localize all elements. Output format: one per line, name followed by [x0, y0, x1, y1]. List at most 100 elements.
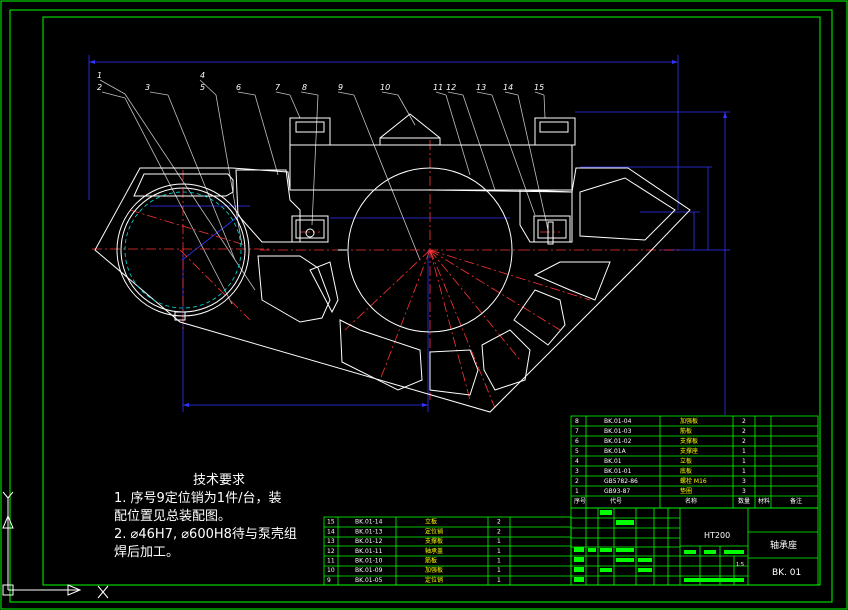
parts-left-cell: 立板	[425, 518, 437, 526]
parts-right-header: 数量	[738, 497, 750, 505]
parts-right-cell: BK.01-04	[604, 418, 632, 425]
parts-left-cell: BK.01-10	[355, 558, 383, 565]
parts-right-cell: 6	[575, 438, 579, 445]
parts-right-cell: 1	[575, 488, 579, 495]
scale-label: 1:5	[736, 562, 744, 568]
tech-notes-title: 技术要求	[192, 473, 245, 488]
material-label: HT200	[704, 531, 730, 540]
parts-right-cell: BK.01A	[604, 448, 627, 455]
parts-right-cell: 立板	[680, 457, 692, 465]
parts-right-cell: BK.01-02	[604, 438, 632, 445]
parts-right-cell: 筋板	[680, 427, 692, 435]
parts-left-cell: 10	[327, 567, 335, 574]
parts-left-cell: 支撑板	[425, 537, 443, 545]
parts-left-cell: 定位销	[425, 527, 443, 535]
tech-note-line-3: 2. ⌀46H7, ⌀600H8待与泵壳组	[114, 527, 297, 542]
parts-right-cell: 7	[575, 428, 579, 435]
parts-right-cell: 3	[742, 478, 746, 485]
parts-left-cell: 9	[327, 577, 331, 584]
parts-left-cell: 1	[497, 558, 501, 565]
parts-left-cell: 筋板	[425, 557, 437, 565]
parts-left-cell: 2	[497, 528, 501, 535]
part-outline	[94, 113, 691, 413]
tech-note-line-2: 配位置见总装配图。	[114, 509, 232, 524]
technical-requirements: 技术要求 1. 序号9定位销为1件/台，装 配位置见总装配图。 2. ⌀46H7…	[114, 472, 314, 562]
parts-left-cell: BK.01-13	[355, 528, 383, 535]
parts-right-header: 代号	[610, 497, 622, 505]
parts-right-cell: 支撑座	[680, 447, 698, 455]
balloon-1: 1	[97, 71, 102, 80]
title-block: HT200 轴承座 BK. 01 1:5	[570, 507, 819, 586]
balloon-7: 7	[275, 83, 281, 92]
balloon-4: 4	[200, 71, 205, 80]
parts-list-right: 8 BK.01-04 加强板 2 7 BK.01-03 筋板 2 6 BK.01-02 支撑板 2 5 B…	[570, 415, 819, 509]
parts-right-header: 名称	[685, 497, 697, 505]
parts-right-cell: 2	[742, 418, 746, 425]
parts-left-cell: BK.01-11	[355, 548, 383, 555]
parts-left-cell: 11	[327, 558, 335, 565]
parts-left-cell: BK.01-12	[355, 538, 383, 545]
parts-right-cell: 支撑板	[680, 437, 698, 445]
parts-right-header: 序号	[574, 497, 586, 505]
parts-left-cell: BK.01-09	[355, 567, 383, 574]
balloon-8: 8	[302, 83, 307, 92]
parts-right-cell: BK.01-03	[604, 428, 632, 435]
parts-right-cell: 1	[742, 468, 746, 475]
parts-left-cell: 13	[327, 538, 335, 545]
balloon-9: 9	[338, 83, 343, 92]
balloon-15: 15	[534, 83, 544, 92]
parts-left-cell: 1	[497, 577, 501, 584]
parts-right-cell: BK.01-01	[604, 468, 632, 475]
parts-right-cell: 8	[575, 418, 579, 425]
parts-right-cell: 底板	[680, 467, 692, 475]
parts-left-cell: 定位销	[425, 576, 443, 584]
parts-right-cell: 2	[742, 438, 746, 445]
balloon-2: 2	[97, 83, 102, 92]
balloon-10: 10	[380, 83, 390, 92]
balloon-6: 6	[236, 83, 241, 92]
parts-left-cell: BK.01-05	[355, 577, 383, 584]
parts-right-cell: BK.01	[604, 458, 622, 465]
balloon-3: 3	[145, 83, 150, 92]
parts-left-cell: 1	[497, 548, 501, 555]
parts-right-cell: 5	[575, 448, 579, 455]
centerlines	[92, 140, 680, 409]
balloon-14: 14	[503, 83, 513, 92]
parts-right-cell: 垫圈	[680, 487, 692, 495]
parts-left-cell: 加强板	[425, 566, 443, 574]
parts-right-cell: 4	[575, 458, 579, 465]
parts-right-cell: 螺栓 M16	[680, 477, 707, 485]
parts-left-cell: 15	[327, 519, 335, 526]
parts-right-cell: 2	[742, 428, 746, 435]
parts-right-cell: 1	[742, 448, 746, 455]
drawing-number-label: BK. 01	[772, 568, 801, 578]
balloon-11: 11	[433, 83, 443, 92]
parts-right-header: 材料	[758, 497, 770, 505]
parts-right-cell: 2	[575, 478, 579, 485]
parts-left-cell: 1	[497, 567, 501, 574]
tech-note-line-1: 1. 序号9定位销为1件/台，装	[114, 491, 282, 506]
parts-right-header: 备注	[790, 497, 802, 505]
parts-left-cell: 12	[327, 548, 335, 555]
parts-left-cell: 1	[497, 538, 501, 545]
parts-left-cell: BK.01-14	[355, 519, 383, 526]
parts-left-cell: 轴承盖	[425, 547, 443, 555]
part-name-label: 轴承座	[770, 539, 797, 551]
parts-right-cell: GB93-87	[604, 488, 630, 495]
balloon-5: 5	[200, 83, 205, 92]
tech-note-line-4: 焊后加工。	[114, 545, 180, 560]
balloon-12: 12	[446, 83, 456, 92]
balloon-13: 13	[476, 83, 486, 92]
parts-right-cell: GB5782-86	[604, 478, 638, 485]
parts-left-cell: 14	[327, 528, 335, 535]
parts-left-cell: 2	[497, 519, 501, 526]
parts-right-cell: 1	[742, 458, 746, 465]
parts-right-cell: 3	[575, 468, 579, 475]
parts-right-cell: 3	[742, 488, 746, 495]
dimensions	[88, 55, 730, 415]
parts-list-left: 15 BK.01-14 立板 2 14 BK.01-13 定位销 2 13 BK.01-12 支撑板…	[323, 516, 572, 586]
ucs-axis-icon	[2, 491, 109, 599]
parts-right-cell: 加强板	[680, 417, 698, 425]
balloon-labels: 1 2 3 4 5 6 7 8 9 10 11 12 13 14 15	[97, 71, 544, 92]
leader-lines	[99, 79, 549, 305]
